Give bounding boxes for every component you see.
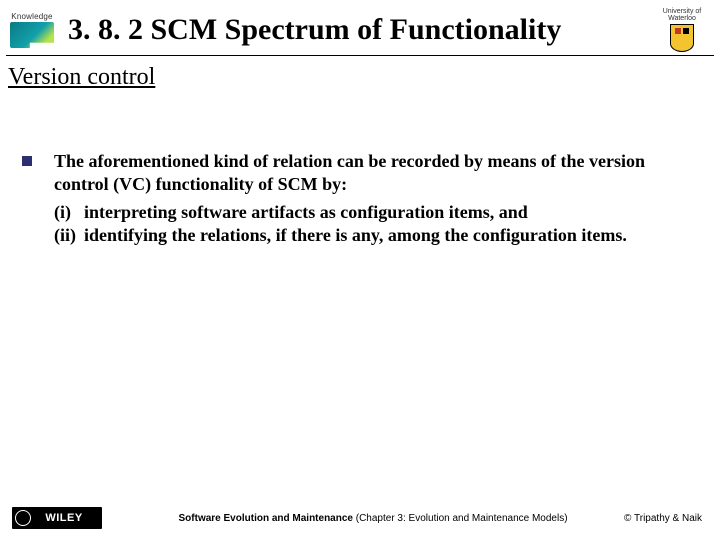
header-divider — [6, 55, 714, 56]
knowledge-swoosh-icon — [10, 22, 54, 48]
list-item-number: (ii) — [54, 224, 84, 247]
section-subtitle: Version control — [8, 64, 155, 91]
list-item: (i) interpreting software artifacts as c… — [54, 201, 690, 224]
square-bullet-icon — [22, 156, 32, 166]
sublist: (i) interpreting software artifacts as c… — [54, 201, 690, 246]
body-content: The aforementioned kind of relation can … — [18, 150, 690, 246]
footer-copyright: © Tripathy & Naik — [624, 513, 702, 524]
crest-icon — [670, 24, 694, 52]
university-logo: University of Waterloo — [652, 8, 712, 52]
bullet-item: The aforementioned kind of relation can … — [18, 150, 690, 195]
footer-book-title: Software Evolution and Maintenance — [179, 513, 353, 524]
university-label-name: Waterloo — [668, 15, 696, 22]
footer-chapter: (Chapter 3: Evolution and Maintenance Mo… — [353, 513, 568, 524]
slide: Knowledge 3. 8. 2 SCM Spectrum of Functi… — [0, 0, 720, 540]
wiley-logo: WILEY — [12, 507, 102, 529]
list-item: (ii) identifying the relations, if there… — [54, 224, 690, 247]
list-item-text: identifying the relations, if there is a… — [84, 224, 627, 247]
header: Knowledge 3. 8. 2 SCM Spectrum of Functi… — [0, 6, 720, 54]
footer: WILEY Software Evolution and Maintenance… — [0, 504, 720, 532]
knowledge-logo: Knowledge — [6, 10, 58, 50]
wiley-logo-text: WILEY — [45, 512, 82, 524]
slide-title: 3. 8. 2 SCM Spectrum of Functionality — [58, 13, 652, 47]
bullet-text: The aforementioned kind of relation can … — [54, 150, 690, 195]
university-label-top: University of — [663, 8, 702, 15]
list-item-number: (i) — [54, 201, 84, 224]
footer-center: Software Evolution and Maintenance (Chap… — [102, 513, 624, 524]
knowledge-logo-caption: Knowledge — [11, 12, 52, 21]
list-item-text: interpreting software artifacts as confi… — [84, 201, 528, 224]
